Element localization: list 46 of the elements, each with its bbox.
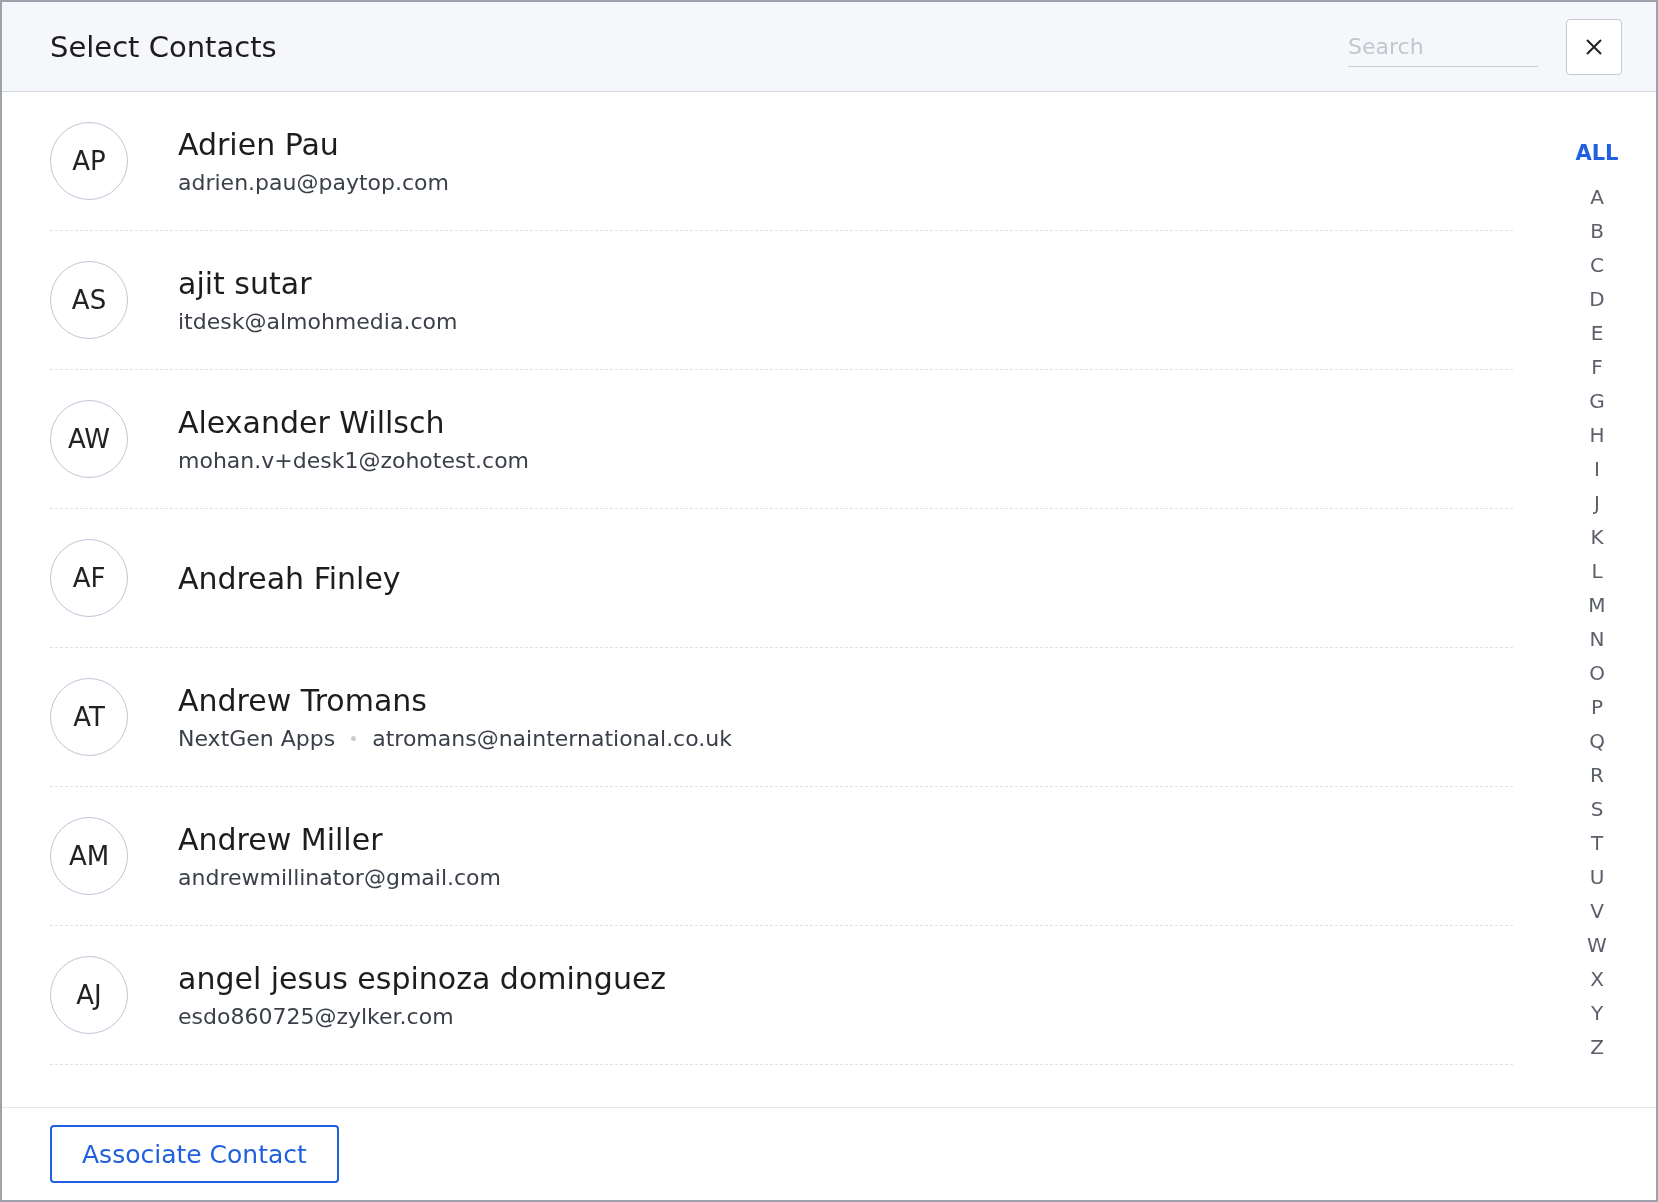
index-letter[interactable]: J <box>1594 486 1600 520</box>
index-letter[interactable]: B <box>1590 214 1604 248</box>
index-letter[interactable]: V <box>1590 894 1604 928</box>
contact-email: andrewmillinator@gmail.com <box>178 865 501 890</box>
contact-name[interactable]: Andrew Miller <box>178 822 501 857</box>
index-letter[interactable]: L <box>1591 554 1603 588</box>
index-letter[interactable]: Z <box>1590 1030 1604 1064</box>
associate-contact-button[interactable]: Associate Contact <box>50 1125 339 1183</box>
index-letter[interactable]: E <box>1590 316 1604 350</box>
index-letter[interactable]: H <box>1589 418 1605 452</box>
index-letter[interactable]: Q <box>1589 724 1605 758</box>
index-letter[interactable]: P <box>1590 690 1604 724</box>
index-letter[interactable]: ALL <box>1575 136 1619 170</box>
index-letter[interactable]: W <box>1587 928 1607 962</box>
dialog-title: Select Contacts <box>50 29 278 64</box>
index-letter[interactable]: F <box>1591 350 1603 384</box>
index-letter[interactable]: R <box>1590 758 1604 792</box>
index-letter[interactable]: I <box>1594 452 1600 486</box>
contact-name[interactable]: Andreah Finley <box>178 560 401 596</box>
index-letter[interactable]: G <box>1589 384 1605 418</box>
index-letter[interactable]: S <box>1590 792 1604 826</box>
contact-name[interactable]: Adrien Pau <box>178 127 449 162</box>
contact-name[interactable]: Andrew Tromans <box>178 683 732 718</box>
index-letter[interactable]: T <box>1590 826 1604 860</box>
contact-email: adrien.pau@paytop.com <box>178 170 449 195</box>
index-letter[interactable]: D <box>1589 282 1605 316</box>
index-letter[interactable]: K <box>1590 520 1604 554</box>
index-letter[interactable]: X <box>1590 962 1604 996</box>
contact-name[interactable]: angel jesus espinoza dominguez <box>178 961 667 996</box>
contact-email: itdesk@almohmedia.com <box>178 309 458 334</box>
contact-name[interactable]: ajit sutar <box>178 266 458 301</box>
contact-email: esdo860725@zylker.com <box>178 1004 454 1029</box>
contact-email: atromans@nainternational.co.uk <box>372 726 732 751</box>
index-letter[interactable]: A <box>1590 180 1604 214</box>
index-letter[interactable]: M <box>1588 588 1606 622</box>
index-letter[interactable]: O <box>1589 656 1605 690</box>
contact-company: NextGen Apps <box>178 726 336 751</box>
index-letter[interactable]: C <box>1590 248 1604 282</box>
index-letter[interactable]: N <box>1589 622 1605 656</box>
contact-name[interactable]: Alexander Willsch <box>178 405 530 440</box>
index-letter[interactable]: U <box>1589 860 1605 894</box>
close-button[interactable] <box>1566 18 1622 75</box>
index-letter[interactable]: Y <box>1590 996 1604 1030</box>
separator-dot <box>351 736 357 741</box>
contact-email: mohan.v+desk1@zohotest.com <box>178 448 530 473</box>
close-icon <box>1585 37 1603 56</box>
